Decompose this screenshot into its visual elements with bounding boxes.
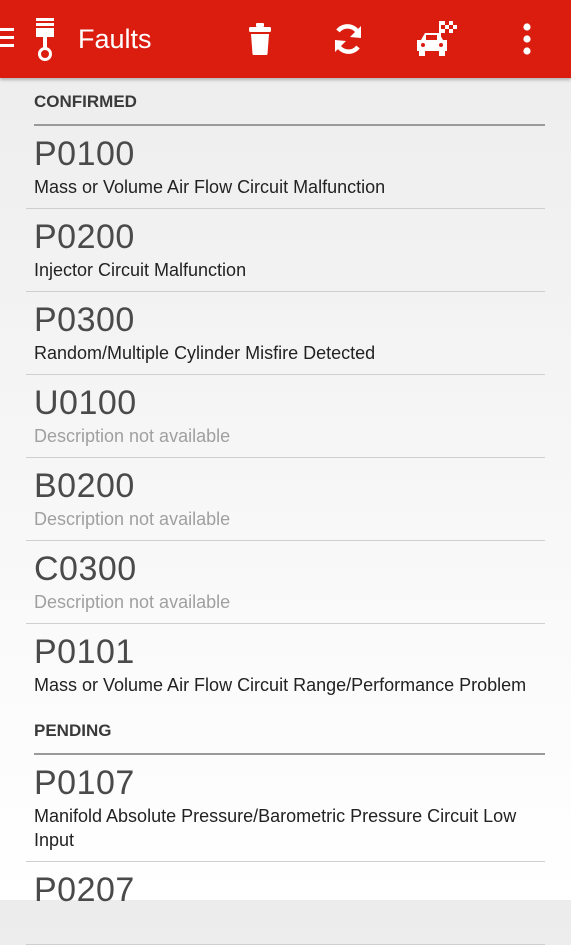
- fault-code: B0200: [34, 467, 135, 505]
- fault-code: P0207: [34, 871, 135, 909]
- fault-item[interactable]: U0100 Description not available: [26, 375, 545, 458]
- fault-item[interactable]: C0300 Description not available: [26, 541, 545, 624]
- fault-description: Mass or Volume Air Flow Circuit Range/Pe…: [34, 675, 527, 695]
- fault-item[interactable]: B0200 Description not available: [26, 458, 545, 541]
- fault-code: P0300: [34, 301, 135, 339]
- fault-code: P0101: [34, 633, 135, 671]
- fault-description: Description not available: [34, 509, 231, 529]
- fault-description: Manifold Absolute Pressure/Barometric Pr…: [34, 806, 517, 850]
- fault-code: P0100: [34, 135, 135, 173]
- fault-description: Random/Multiple Cylinder Misfire Detecte…: [34, 343, 376, 363]
- fault-description: Description not available: [34, 426, 231, 446]
- car-race-icon[interactable]: [415, 18, 459, 60]
- app-bar: Faults: [0, 0, 571, 78]
- section-header-confirmed: CONFIRMED: [34, 78, 545, 126]
- page-title: Faults: [78, 24, 152, 54]
- fault-item[interactable]: P0100 Mass or Volume Air Flow Circuit Ma…: [26, 126, 545, 209]
- fault-code: P0107: [34, 764, 135, 802]
- faults-list: CONFIRMED P0100 Mass or Volume Air Flow …: [0, 78, 571, 945]
- fault-item[interactable]: P0101 Mass or Volume Air Flow Circuit Ra…: [26, 624, 545, 707]
- piston-icon: [33, 17, 57, 63]
- fault-description: Description not available: [34, 592, 231, 612]
- nav-drawer-icon[interactable]: [0, 24, 18, 54]
- refresh-icon[interactable]: [330, 18, 366, 60]
- section-header-pending: PENDING: [34, 707, 545, 755]
- fault-code: P0200: [34, 218, 135, 256]
- fault-item[interactable]: P0207: [26, 862, 545, 945]
- fault-item[interactable]: P0200 Injector Circuit Malfunction: [26, 209, 545, 292]
- fault-code: C0300: [34, 550, 137, 588]
- delete-icon[interactable]: [245, 18, 275, 60]
- fault-code: U0100: [34, 384, 137, 422]
- overflow-menu-icon[interactable]: [517, 18, 537, 60]
- fault-description: Injector Circuit Malfunction: [34, 260, 247, 280]
- fault-item[interactable]: P0107 Manifold Absolute Pressure/Baromet…: [26, 755, 545, 862]
- fault-description: Mass or Volume Air Flow Circuit Malfunct…: [34, 177, 386, 197]
- fault-item[interactable]: P0300 Random/Multiple Cylinder Misfire D…: [26, 292, 545, 375]
- fault-description: [34, 911, 545, 914]
